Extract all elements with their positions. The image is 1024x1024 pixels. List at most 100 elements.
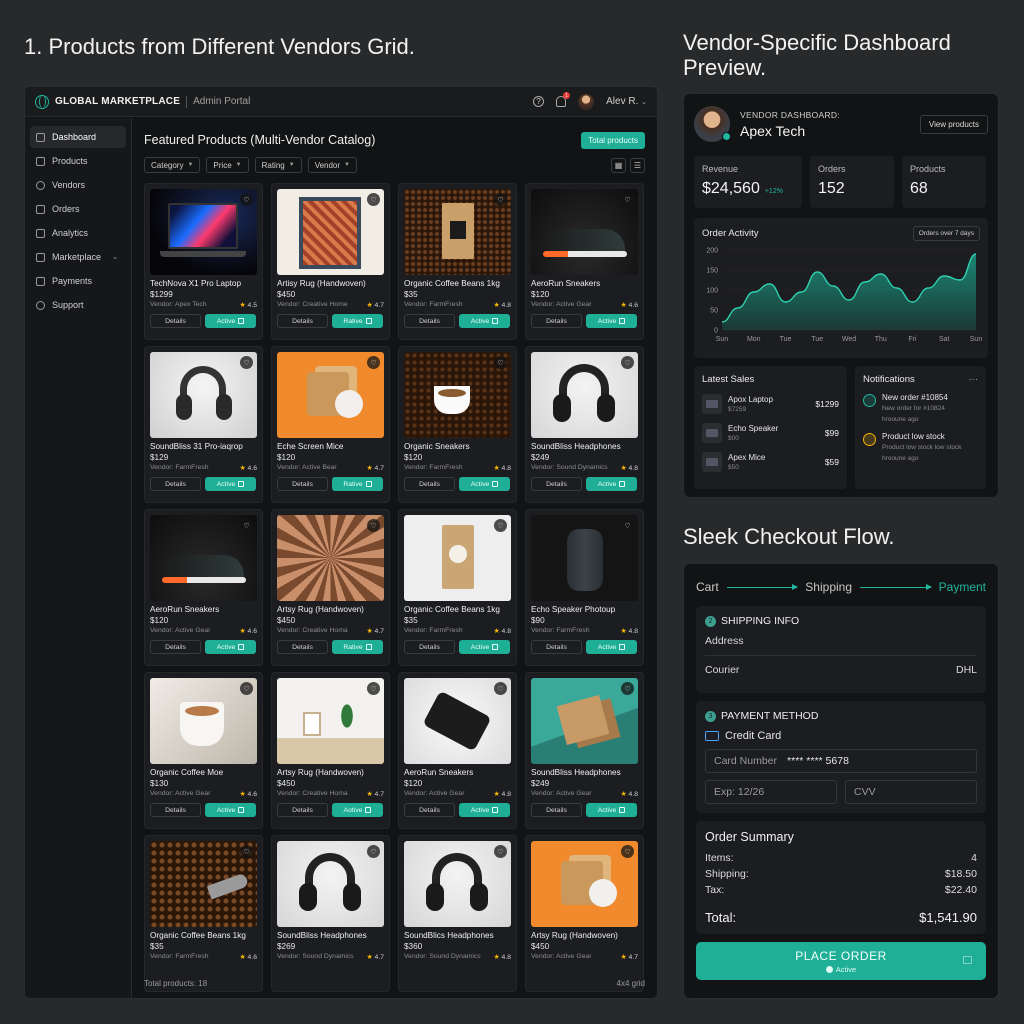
product-card[interactable]: ♡ Organic Coffee Beans 1kg $35 Vendor: F… (144, 835, 263, 992)
sidebar-item-orders[interactable]: Orders (30, 198, 126, 220)
product-card[interactable]: ♡ SoundBliss Headphones $249 Vendor: Act… (525, 672, 644, 829)
filter-rating[interactable]: Rating ▼ (254, 157, 302, 173)
status-toggle-button[interactable]: Active (586, 640, 637, 654)
address-field[interactable]: Address (705, 627, 977, 655)
avatar[interactable] (578, 93, 595, 110)
product-image[interactable]: ♡ (150, 189, 257, 275)
step-payment[interactable]: Payment (939, 580, 986, 594)
details-button[interactable]: Details (277, 640, 328, 654)
product-image[interactable]: ♡ (531, 515, 638, 601)
details-button[interactable]: Details (277, 314, 328, 328)
heart-icon[interactable]: ♡ (621, 356, 634, 369)
product-image[interactable]: ♡ (150, 841, 257, 927)
product-card[interactable]: ♡ Organic Coffee Beans 1kg $35 Vendor: F… (398, 183, 517, 340)
product-image[interactable]: ♡ (150, 515, 257, 601)
details-button[interactable]: Details (277, 477, 328, 491)
grid-view-icon[interactable]: ▦ (611, 157, 626, 173)
sale-row[interactable]: Apox Laptop $7259 $1299 (702, 394, 839, 414)
details-button[interactable]: Details (404, 314, 455, 328)
status-toggle-button[interactable]: Rative (332, 477, 383, 491)
status-toggle-button[interactable]: Active (586, 314, 637, 328)
product-card[interactable]: ♡ Artisy Rug (Handwoven) $450 Vendor: Cr… (271, 183, 390, 340)
product-image[interactable]: ♡ (404, 841, 511, 927)
details-button[interactable]: Details (150, 477, 201, 491)
status-toggle-button[interactable]: Rative (332, 314, 383, 328)
heart-icon[interactable]: ♡ (494, 845, 507, 858)
product-card[interactable]: ♡ Organic Sneakers $120 Vendor: FarmFres… (398, 346, 517, 503)
status-toggle-button[interactable]: Active (586, 803, 637, 817)
user-menu[interactable]: Alev R. ⌄ (606, 96, 647, 107)
sale-row[interactable]: Echo Speaker $00 $99 (702, 423, 839, 443)
product-image[interactable]: ♡ (404, 189, 511, 275)
product-card[interactable]: ♡ Artsy Rug (Handwoven) $450 Vendor: Cre… (271, 509, 390, 666)
status-toggle-button[interactable]: Rative (332, 640, 383, 654)
heart-icon[interactable]: ♡ (240, 682, 253, 695)
product-card[interactable]: ♡ SoundBliss Headphones $269 Vendor: Sou… (271, 835, 390, 992)
details-button[interactable]: Details (150, 803, 201, 817)
product-card[interactable]: ♡ SoundBliss 31 Pro-iaqrop $129 Vendor: … (144, 346, 263, 503)
product-card[interactable]: ♡ SoundBliss Headphones $249 Vendor: Sou… (525, 346, 644, 503)
sidebar-item-marketplace[interactable]: Marketplace ⌄ (30, 246, 126, 268)
courier-field[interactable]: Courier DHL (705, 655, 977, 684)
product-image[interactable]: ♡ (150, 678, 257, 764)
status-toggle-button[interactable]: Active (459, 314, 510, 328)
sidebar-item-vendors[interactable]: Vendors (30, 174, 126, 196)
step-cart[interactable]: Cart (696, 580, 719, 594)
sidebar-item-dashboard[interactable]: Dashboard (30, 126, 126, 148)
heart-icon[interactable]: ♡ (367, 519, 380, 532)
product-image[interactable]: ♡ (531, 352, 638, 438)
heart-icon[interactable]: ♡ (494, 193, 507, 206)
notification-item[interactable]: Product low stock Product low stock low … (863, 432, 978, 463)
status-toggle-button[interactable]: Active (459, 477, 510, 491)
cvv-input[interactable]: CVV (845, 780, 977, 804)
heart-icon[interactable]: ♡ (494, 682, 507, 695)
product-image[interactable]: ♡ (404, 352, 511, 438)
list-view-icon[interactable]: ☰ (630, 157, 645, 173)
heart-icon[interactable]: ♡ (621, 519, 634, 532)
product-card[interactable]: ♡ Echo Speaker Photoup $90 Vendor: FarmF… (525, 509, 644, 666)
place-order-button[interactable]: PLACE ORDER Active (696, 942, 986, 980)
view-products-button[interactable]: View products (919, 114, 988, 134)
product-image[interactable]: ♡ (277, 352, 384, 438)
filter-vendor[interactable]: Vendor ▼ (307, 157, 357, 173)
details-button[interactable]: Details (404, 477, 455, 491)
details-button[interactable]: Details (404, 803, 455, 817)
status-toggle-button[interactable]: Active (459, 640, 510, 654)
filter-category[interactable]: Category ▼ (144, 157, 201, 173)
status-toggle-button[interactable]: Aotive (332, 803, 383, 817)
expiry-input[interactable]: Exp: 12/26 (705, 780, 837, 804)
product-image[interactable]: ♡ (531, 841, 638, 927)
product-image[interactable]: ♡ (277, 841, 384, 927)
card-number-input[interactable]: Card Number **** **** 5678 (705, 749, 977, 773)
product-image[interactable]: ♡ (150, 352, 257, 438)
heart-icon[interactable]: ♡ (494, 519, 507, 532)
total-products-button[interactable]: Total products (581, 131, 645, 149)
filter-price[interactable]: Price ▼ (206, 157, 249, 173)
product-card[interactable]: ♡ AeroRun Sneakers $120 Vendor: Active G… (144, 509, 263, 666)
heart-icon[interactable]: ♡ (367, 845, 380, 858)
heart-icon[interactable]: ♡ (494, 356, 507, 369)
heart-icon[interactable]: ♡ (240, 519, 253, 532)
heart-icon[interactable]: ♡ (240, 356, 253, 369)
product-card[interactable]: ♡ AeroRun Sneakers $120 Vendor: Active G… (398, 672, 517, 829)
product-image[interactable]: ♡ (404, 515, 511, 601)
details-button[interactable]: Details (531, 803, 582, 817)
credit-card-option[interactable]: Credit Card (705, 730, 977, 742)
heart-icon[interactable]: ♡ (367, 193, 380, 206)
sidebar-item-payments[interactable]: Payments (30, 270, 126, 292)
product-image[interactable]: ♡ (404, 678, 511, 764)
range-selector[interactable]: Orders over 7 days (912, 226, 980, 241)
heart-icon[interactable]: ♡ (240, 193, 253, 206)
sidebar-item-products[interactable]: Products (30, 150, 126, 172)
product-card[interactable]: ♡ Organic Coffee Beans 1kg $35 Vendor: F… (398, 509, 517, 666)
more-icon[interactable]: ··· (969, 374, 979, 385)
product-card[interactable]: ♡ Eche Screen Mice $120 Vendor: Active B… (271, 346, 390, 503)
status-toggle-button[interactable]: Active (205, 803, 256, 817)
heart-icon[interactable]: ♡ (367, 682, 380, 695)
product-image[interactable]: ♡ (277, 678, 384, 764)
details-button[interactable]: Details (531, 477, 582, 491)
sale-row[interactable]: Apex Mice $50 $59 (702, 452, 839, 472)
help-icon[interactable]: ? (533, 96, 545, 107)
heart-icon[interactable]: ♡ (367, 356, 380, 369)
notification-item[interactable]: New order #10854 New order for #10824 hr… (863, 393, 978, 424)
